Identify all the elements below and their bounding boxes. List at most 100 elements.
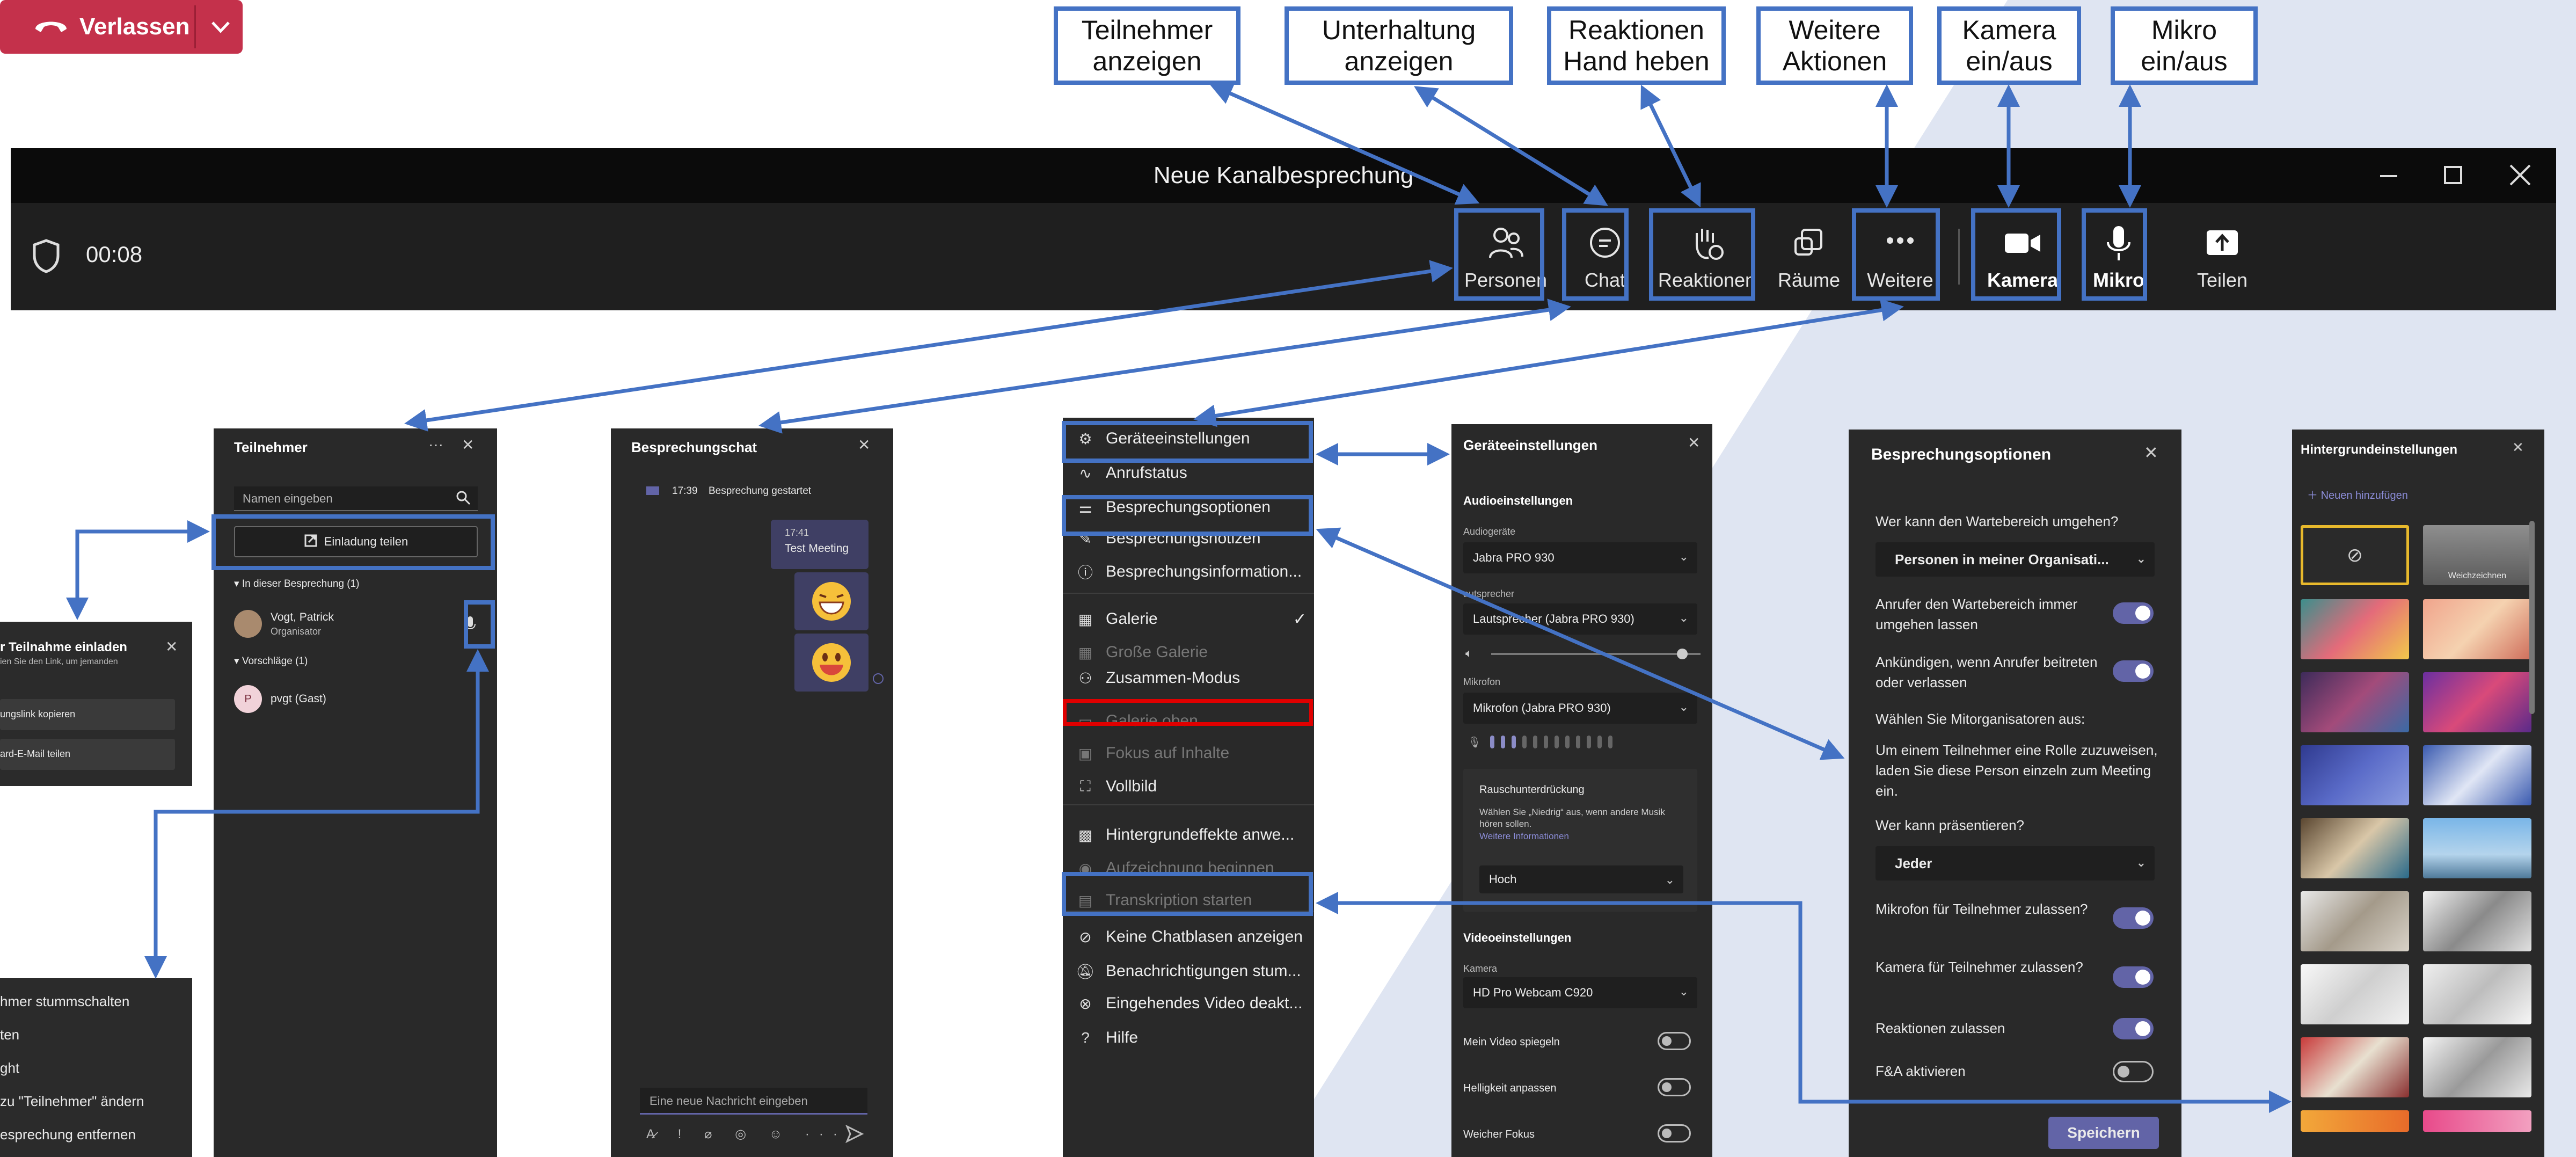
menu-item[interactable]: ⓘ Besprechungsinformation... bbox=[1063, 555, 1314, 588]
chat-title: Besprechungschat bbox=[631, 439, 757, 455]
highlight-device-settings bbox=[1062, 421, 1313, 463]
context-item-change-role[interactable]: zu "Teilnehmer" ändern bbox=[0, 1093, 144, 1110]
close-icon[interactable]: ✕ bbox=[165, 638, 178, 656]
menu-item[interactable]: ? Hilfe bbox=[1063, 1021, 1314, 1054]
blur-background[interactable]: Weichzeichnen bbox=[2423, 525, 2531, 585]
menu-item-label: Hintergrundeffekte anwe... bbox=[1106, 826, 1295, 843]
background-thumb[interactable] bbox=[2301, 964, 2409, 1024]
background-thumb[interactable] bbox=[2423, 891, 2531, 951]
maximize-icon[interactable] bbox=[2437, 159, 2469, 191]
save-button[interactable]: Speichern bbox=[2048, 1117, 2159, 1149]
callout-conversation: Unterhaltung anzeigen bbox=[1285, 6, 1513, 85]
shield-icon bbox=[31, 238, 61, 276]
background-thumb[interactable] bbox=[2423, 964, 2531, 1024]
context-item-2[interactable]: ten bbox=[0, 1027, 19, 1043]
context-item-mute[interactable]: hmer stummschalten bbox=[0, 993, 129, 1010]
volume-slider[interactable] bbox=[1491, 649, 1701, 659]
video-off-icon: ⊗ bbox=[1079, 995, 1092, 1012]
highlight-people bbox=[1454, 208, 1544, 301]
no-background-icon[interactable]: ⊘ bbox=[2301, 525, 2409, 585]
background-thumb[interactable] bbox=[2301, 1037, 2409, 1097]
background-thumb[interactable] bbox=[2301, 1110, 2409, 1132]
in-meeting-header[interactable]: ▾ In dieser Besprechung (1) bbox=[234, 578, 359, 590]
chevron-down-icon: ⌄ bbox=[1679, 611, 1689, 624]
allow-reactions-toggle[interactable] bbox=[2113, 1018, 2154, 1039]
chat-off-icon: ⊘ bbox=[1079, 928, 1092, 945]
scrollbar[interactable] bbox=[2529, 521, 2535, 714]
background-thumb[interactable] bbox=[2423, 818, 2531, 878]
background-thumb[interactable] bbox=[2301, 599, 2409, 659]
add-new-background[interactable]: ＋ Neuen hinzufügen bbox=[2307, 486, 2408, 502]
minimize-icon[interactable] bbox=[2373, 159, 2405, 191]
chat-panel: Besprechungschat ✕ 17:39 Besprechung ges… bbox=[611, 428, 893, 1157]
present-select[interactable]: Jeder ⌄ bbox=[1876, 846, 2155, 881]
menu-item[interactable]: ⛶ Vollbild bbox=[1063, 770, 1314, 803]
search-placeholder: Namen eingeben bbox=[243, 492, 333, 505]
background-thumb[interactable] bbox=[2301, 891, 2409, 951]
mirror-toggle[interactable] bbox=[1658, 1032, 1691, 1050]
share-email-button[interactable]: ard-E-Mail teilen bbox=[0, 739, 175, 770]
share-button[interactable]: Teilen bbox=[2179, 203, 2265, 310]
message-text: Test Meeting bbox=[785, 542, 849, 555]
close-icon[interactable]: ✕ bbox=[2144, 442, 2158, 463]
guest-name[interactable]: pvgt (Gast) bbox=[271, 693, 326, 705]
background-thumb[interactable] bbox=[2423, 1037, 2531, 1097]
menu-item-label: Benachrichtigungen stum... bbox=[1106, 962, 1301, 980]
noise-link[interactable]: Weitere Informationen bbox=[1479, 831, 1569, 842]
laughing-emoji-icon bbox=[812, 582, 851, 621]
background-thumb[interactable] bbox=[2301, 745, 2409, 805]
menu-item-label: Zusammen-Modus bbox=[1106, 669, 1240, 687]
menu-item[interactable]: ⊗ Eingehendes Video deakt... bbox=[1063, 987, 1314, 1020]
close-icon[interactable]: ✕ bbox=[858, 436, 870, 454]
copy-link-button[interactable]: ungslink kopieren bbox=[0, 699, 175, 730]
mic-select[interactable]: Mikrofon (Jabra PRO 930) ⌄ bbox=[1463, 693, 1697, 724]
participants-title: Teilnehmer bbox=[234, 439, 308, 455]
soft-focus-toggle[interactable] bbox=[1658, 1124, 1691, 1143]
speaker-select[interactable]: Lautsprecher (Jabra PRO 930) ⌄ bbox=[1463, 603, 1697, 635]
meeting-options-title: Besprechungsoptionen bbox=[1871, 446, 2052, 463]
noise-select[interactable]: Hoch ⌄ bbox=[1479, 865, 1683, 893]
rooms-button[interactable]: Räume bbox=[1766, 203, 1852, 310]
menu-item[interactable]: 🔕︎ Benachrichtigungen stum... bbox=[1063, 955, 1314, 988]
message-input[interactable]: Eine neue Nachricht eingeben bbox=[640, 1088, 867, 1115]
send-icon[interactable] bbox=[845, 1124, 864, 1146]
volume-slider-thumb[interactable] bbox=[1677, 649, 1688, 659]
name-search-field[interactable]: Namen eingeben bbox=[234, 486, 478, 511]
suggestions-header[interactable]: ▾ Vorschläge (1) bbox=[234, 655, 308, 667]
microphone-icon: 🎙︎ bbox=[1468, 737, 1482, 748]
allow-camera-toggle[interactable] bbox=[2113, 966, 2154, 988]
more-icon[interactable]: ··· bbox=[428, 436, 443, 453]
compose-toolbar[interactable]: A̷ ! ⌀ ◎ ☺ ··· bbox=[646, 1126, 847, 1142]
callers-bypass-toggle[interactable] bbox=[2113, 602, 2154, 624]
menu-item[interactable]: ⚇ Zusammen-Modus bbox=[1063, 661, 1314, 695]
context-item-remove[interactable]: esprechung entfernen bbox=[0, 1126, 136, 1143]
lobby-select[interactable]: Personen in meiner Organisati... ⌄ bbox=[1876, 542, 2155, 577]
background-thumb[interactable] bbox=[2301, 818, 2409, 878]
menu-item[interactable]: ⊘ Keine Chatblasen anzeigen bbox=[1063, 920, 1314, 954]
chevron-down-icon[interactable] bbox=[208, 12, 233, 45]
background-thumb[interactable] bbox=[2423, 745, 2531, 805]
background-thumb[interactable] bbox=[2423, 1110, 2531, 1132]
background-thumb[interactable] bbox=[2301, 672, 2409, 732]
menu-item[interactable]: ▩ Hintergrundeffekte anwe... bbox=[1063, 818, 1314, 852]
close-icon[interactable]: ✕ bbox=[462, 436, 474, 454]
announce-toggle[interactable] bbox=[2113, 660, 2154, 682]
close-icon[interactable] bbox=[2504, 159, 2536, 191]
context-item-spotlight[interactable]: ght bbox=[0, 1060, 19, 1076]
close-icon[interactable]: ✕ bbox=[1688, 434, 1700, 452]
chat-message: 17:41 Test Meeting bbox=[771, 520, 869, 569]
callout-mic: Mikro ein/aus bbox=[2111, 6, 2258, 85]
background-thumb[interactable] bbox=[2423, 599, 2531, 659]
highlight-background-effects bbox=[1062, 872, 1313, 916]
qa-toggle[interactable] bbox=[2113, 1061, 2154, 1082]
camera-label: Kamera bbox=[1463, 963, 1498, 974]
background-thumb[interactable] bbox=[2423, 672, 2531, 732]
allow-mic-toggle[interactable] bbox=[2113, 907, 2154, 929]
audio-device-select[interactable]: Jabra PRO 930 ⌄ bbox=[1463, 542, 1697, 573]
menu-item[interactable]: ▦ Galerie ✓ bbox=[1063, 602, 1314, 636]
close-icon[interactable]: ✕ bbox=[2512, 439, 2524, 456]
noise-text: Wählen Sie „Niedrig“ aus, wenn andere Mu… bbox=[1479, 807, 1665, 829]
camera-select[interactable]: HD Pro Webcam C920 ⌄ bbox=[1463, 977, 1697, 1008]
brightness-toggle[interactable] bbox=[1658, 1078, 1691, 1096]
info-icon: ⓘ bbox=[1077, 564, 1093, 581]
